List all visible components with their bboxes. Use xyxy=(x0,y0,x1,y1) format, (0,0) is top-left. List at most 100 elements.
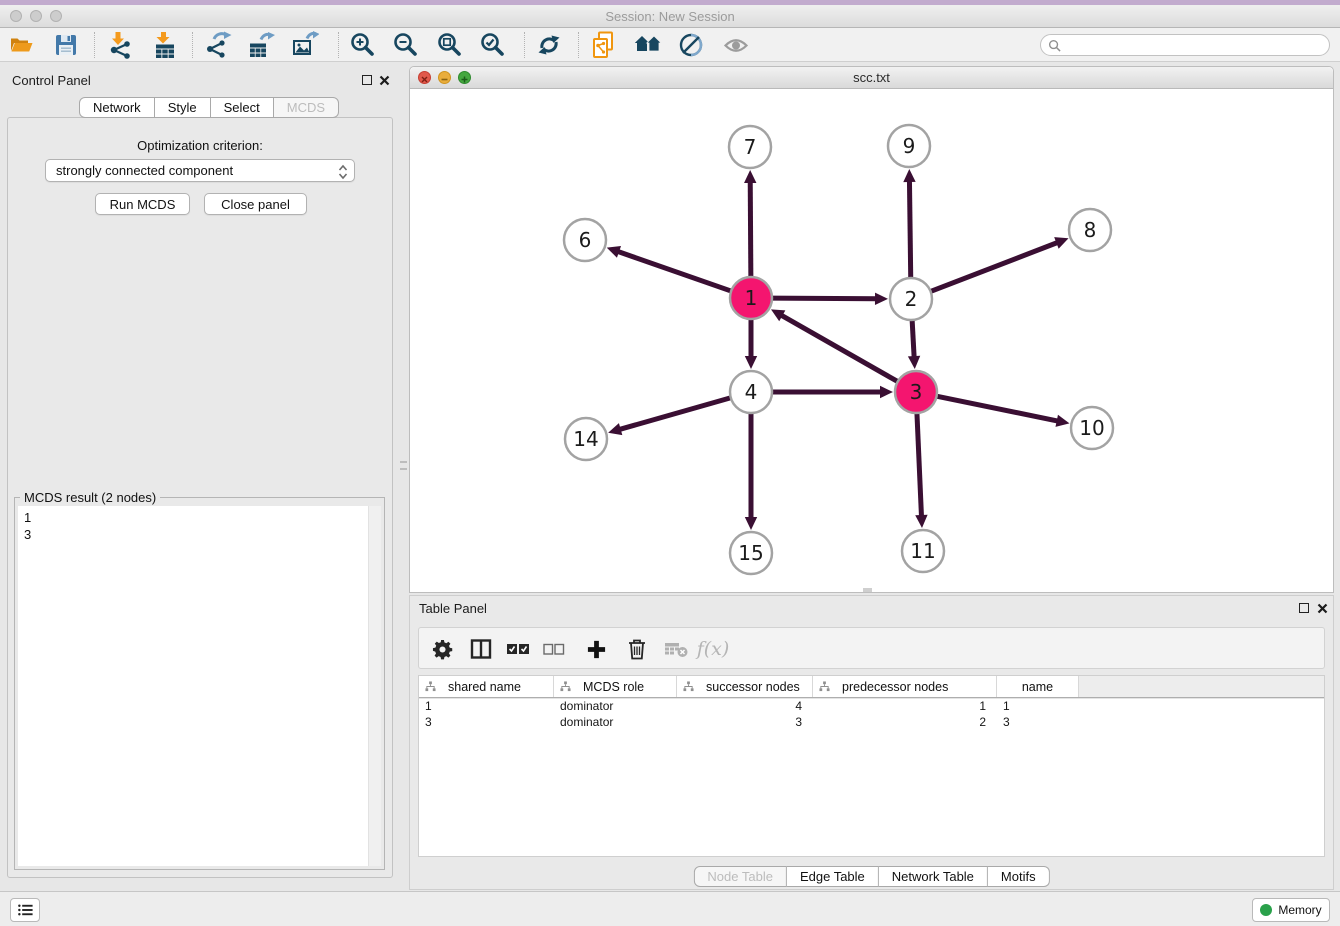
network-from-file-icon[interactable] xyxy=(590,31,618,59)
cell-0-4[interactable]: 1 xyxy=(997,699,1079,713)
control-panel-close-icon[interactable] xyxy=(379,75,390,86)
table-row-1[interactable]: 3dominator323 xyxy=(419,714,1324,730)
graph-edge-1-6[interactable] xyxy=(607,246,731,291)
graph-edge-4-3[interactable] xyxy=(772,386,893,398)
table-tab-network-table[interactable]: Network Table xyxy=(879,866,988,887)
table-settings-icon[interactable] xyxy=(428,628,456,670)
graph-edge-3-1[interactable] xyxy=(771,309,898,381)
graph-node-15[interactable]: 15 xyxy=(730,532,772,574)
table-tab-node-table[interactable]: Node Table xyxy=(693,866,787,887)
graph-edge-2-8[interactable] xyxy=(931,237,1069,291)
graph-node-1[interactable]: 1 xyxy=(730,277,772,319)
cell-1-0[interactable]: 3 xyxy=(419,715,554,729)
import-network-icon[interactable] xyxy=(106,31,134,59)
panel-resize-grip[interactable] xyxy=(863,588,872,592)
select-all-icon[interactable] xyxy=(504,628,532,670)
graph-node-4[interactable]: 4 xyxy=(730,371,772,413)
cell-0-3[interactable]: 1 xyxy=(813,699,997,713)
table-panel-close-icon[interactable] xyxy=(1317,603,1328,614)
deselect-all-icon[interactable] xyxy=(540,628,568,670)
search-icon xyxy=(1048,39,1061,52)
tab-select[interactable]: Select xyxy=(211,97,274,118)
export-network-icon[interactable] xyxy=(204,31,232,59)
graph-node-11[interactable]: 11 xyxy=(902,530,944,572)
cell-1-4[interactable]: 3 xyxy=(997,715,1079,729)
column-label: predecessor nodes xyxy=(842,680,948,694)
save-session-icon[interactable] xyxy=(52,31,80,59)
zoom-selected-icon[interactable] xyxy=(478,31,506,59)
show-hide-details-icon[interactable] xyxy=(722,31,750,59)
graph-node-14[interactable]: 14 xyxy=(565,418,607,460)
tab-network[interactable]: Network xyxy=(79,97,155,118)
graph-edge-1-4[interactable] xyxy=(745,319,757,369)
run-mcds-button[interactable]: Run MCDS xyxy=(95,193,190,215)
column-header-MCDS-role[interactable]: MCDS role xyxy=(554,676,677,697)
zoom-fit-icon[interactable] xyxy=(435,31,463,59)
export-table-icon[interactable] xyxy=(247,31,275,59)
function-builder-icon[interactable]: f(x) xyxy=(699,628,727,670)
graph-edge-3-11[interactable] xyxy=(915,413,927,528)
apply-layout-icon[interactable] xyxy=(535,31,563,59)
graph-edge-1-7[interactable] xyxy=(744,170,756,277)
control-panel-float-icon[interactable] xyxy=(362,75,372,85)
graph-edge-4-14[interactable] xyxy=(608,398,731,435)
zoom-out-icon[interactable] xyxy=(391,31,419,59)
graph-edge-2-9[interactable] xyxy=(903,169,915,278)
table-row-0[interactable]: 1dominator411 xyxy=(419,698,1324,714)
graph-node-7[interactable]: 7 xyxy=(729,126,771,168)
cell-1-2[interactable]: 3 xyxy=(677,715,813,729)
add-column-icon[interactable] xyxy=(582,628,610,670)
column-header-name[interactable]: name xyxy=(997,676,1079,697)
graph-edge-3-10[interactable] xyxy=(937,396,1070,427)
tab-style[interactable]: Style xyxy=(155,97,211,118)
graph-node-3[interactable]: 3 xyxy=(895,371,937,413)
zoom-in-icon[interactable] xyxy=(348,31,376,59)
cell-0-2[interactable]: 4 xyxy=(677,699,813,713)
cell-0-1[interactable]: dominator xyxy=(554,699,677,713)
table-header-row: shared nameMCDS rolesuccessor nodes prede… xyxy=(419,676,1324,698)
column-layout-icon[interactable] xyxy=(467,628,495,670)
table-tab-motifs[interactable]: Motifs xyxy=(988,866,1050,887)
cell-0-0[interactable]: 1 xyxy=(419,699,554,713)
memory-button[interactable]: Memory xyxy=(1252,898,1330,922)
graph-edge-2-3[interactable] xyxy=(908,320,920,369)
graph-node-10[interactable]: 10 xyxy=(1071,407,1113,449)
table-panel-float-icon[interactable] xyxy=(1299,603,1309,613)
graphics-details-icon[interactable] xyxy=(678,31,706,59)
cell-1-3[interactable]: 2 xyxy=(813,715,997,729)
table-tab-edge-table[interactable]: Edge Table xyxy=(787,866,879,887)
optimization-criterion-select[interactable]: strongly connected component xyxy=(45,159,355,182)
mcds-result-text[interactable]: 13 xyxy=(18,506,381,866)
graph-edge-4-15[interactable] xyxy=(745,413,757,530)
export-image-icon[interactable] xyxy=(291,31,319,59)
column-header-predecessor-nodes[interactable]: predecessor nodes xyxy=(813,676,997,697)
graph-node-2[interactable]: 2 xyxy=(890,278,932,320)
search-input[interactable] xyxy=(1065,38,1329,52)
column-type-icon xyxy=(683,681,694,692)
tab-mcds[interactable]: MCDS xyxy=(274,97,339,118)
column-type-icon xyxy=(560,681,571,692)
memory-status-icon xyxy=(1260,904,1272,916)
home-icon[interactable] xyxy=(634,31,662,59)
mcds-result-title: MCDS result (2 nodes) xyxy=(20,490,160,505)
open-session-icon[interactable] xyxy=(8,31,36,59)
delete-column-icon[interactable] xyxy=(623,628,651,670)
network-canvas[interactable]: 1 2 3 4 6 7 8 9 10 11 14 15 xyxy=(410,89,1333,592)
result-scrollbar[interactable] xyxy=(368,506,381,866)
column-header-shared-name[interactable]: shared name xyxy=(419,676,554,697)
cell-1-1[interactable]: dominator xyxy=(554,715,677,729)
network-window-titlebar[interactable]: scc.txt xyxy=(410,67,1333,89)
graph-node-6[interactable]: 6 xyxy=(564,219,606,261)
graph-edge-1-2[interactable] xyxy=(772,293,888,305)
graph-node-8[interactable]: 8 xyxy=(1069,209,1111,251)
column-header-successor-nodes[interactable]: successor nodes xyxy=(677,676,813,697)
node-label-10: 10 xyxy=(1079,416,1104,440)
task-history-button[interactable] xyxy=(10,898,40,922)
search-field[interactable] xyxy=(1040,34,1330,56)
graph-node-9[interactable]: 9 xyxy=(888,125,930,167)
import-table-icon[interactable] xyxy=(151,31,179,59)
delete-table-icon[interactable] xyxy=(662,628,690,670)
splitter-grip[interactable] xyxy=(400,468,407,470)
splitter-grip[interactable] xyxy=(400,461,407,463)
close-panel-button[interactable]: Close panel xyxy=(204,193,307,215)
